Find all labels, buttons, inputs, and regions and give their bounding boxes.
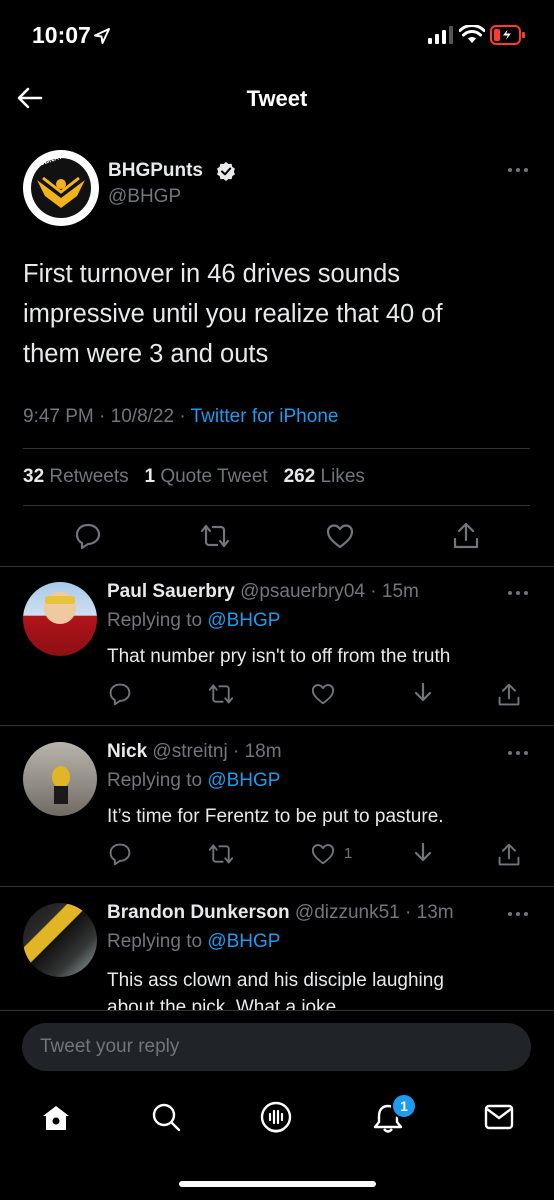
divider [0,725,554,726]
reply-author-handle[interactable]: @psauerbry04 [240,581,365,602]
reply-author-name[interactable]: Brandon Dunkerson [107,902,290,923]
tweet-text-line: impressive until you realize that 40 of [23,300,443,328]
like-heart-icon[interactable] [311,843,335,865]
divider [23,448,530,449]
author-name-row[interactable]: BHGPunts [108,160,203,182]
tweet-text-line: First turnover in 46 drives sounds [23,260,400,288]
wifi-icon [459,25,485,43]
divider [0,886,554,887]
reply-like-count: 1 [344,845,353,862]
tweet-date: 10/8/22 [110,406,175,427]
like-heart-icon[interactable] [311,683,335,705]
reply-text: That number pry isn't to off from the tr… [107,646,451,667]
tweet-time: 9:47 PM [23,406,94,427]
reply-compose-input[interactable]: Tweet your reply [22,1023,531,1071]
author-handle[interactable]: @BHGP [108,186,181,208]
reply-icon[interactable] [108,842,132,866]
replying-to-link[interactable]: @BHGP [207,610,280,631]
reply-time: 13m [416,902,454,923]
reply-header[interactable]: Brandon Dunkerson @dizzunk51 · 13m [107,902,454,924]
verified-badge-icon [217,162,235,181]
retweets-stat[interactable]: 32 Retweets [23,466,129,487]
home-indicator[interactable] [179,1181,376,1187]
search-icon[interactable] [151,1102,181,1132]
more-options-icon[interactable] [506,910,530,918]
replying-to-link[interactable]: @BHGP [207,770,280,791]
likes-stat[interactable]: 262 Likes [284,466,365,487]
tweet-text: First turnover in 46 drives sounds impre… [23,254,533,374]
spaces-icon[interactable] [259,1100,293,1134]
tweet-source-link[interactable]: Twitter for iPhone [191,406,339,427]
more-options-icon[interactable] [506,589,530,597]
tweet-stats: 32 Retweets 1 Quote Tweet 262 Likes [23,466,365,488]
more-options-icon[interactable] [506,749,530,757]
replying-to-link[interactable]: @BHGP [207,931,280,952]
reply-time: 15m [381,581,419,602]
mascot-body-shape [54,786,68,804]
messages-envelope-icon[interactable] [484,1104,514,1130]
reply-avatar[interactable] [23,582,97,656]
page-title: Tweet [246,86,308,111]
reply-header[interactable]: Nick @streitnj · 18m [107,741,282,763]
reply-author-name[interactable]: Paul Sauerbry [107,581,235,602]
reply-author-name[interactable]: Nick [107,741,147,762]
reply-header[interactable]: Paul Sauerbry @psauerbry04 · 15m [107,581,419,603]
cellular-signal-icon [428,26,453,44]
reply-text-line: This ass clown and his disciple laughing [107,970,444,991]
reply-actions [0,682,554,708]
author-avatar[interactable]: SBNATION [23,150,99,226]
location-arrow-icon [94,28,110,44]
reply-avatar[interactable] [23,742,97,816]
reply-text: It’s time for Ferentz to be put to pastu… [107,806,444,827]
battery-charging-icon [490,25,525,45]
notifications-badge: 1 [391,1093,417,1119]
retweet-icon[interactable] [207,682,235,706]
reply-author-handle[interactable]: @dizzunk51 [295,902,400,923]
reply-actions: 1 [0,842,554,868]
replying-to: Replying to @BHGP [107,931,281,952]
status-time: 10:07 [32,22,91,48]
replying-to: Replying to @BHGP [107,610,281,631]
replying-to: Replying to @BHGP [107,770,281,791]
sunglasses-shape [45,596,75,604]
reply-compose-placeholder: Tweet your reply [40,1036,180,1057]
download-icon[interactable] [412,682,434,706]
retweet-icon[interactable] [199,522,231,550]
share-icon[interactable] [452,521,480,551]
mascot-shape [52,766,70,788]
more-options-icon[interactable] [506,166,530,174]
share-icon[interactable] [497,682,521,708]
tweet-meta: 9:47 PM · 10/8/22 · Twitter for iPhone [23,406,339,427]
divider [23,505,530,506]
download-icon[interactable] [412,842,434,866]
bhgp-logo-icon [25,152,97,224]
reply-time: 18m [244,741,282,762]
quote-tweets-stat[interactable]: 1 Quote Tweet [144,466,267,487]
reply-icon[interactable] [108,682,132,706]
reply-avatar[interactable] [23,903,97,977]
like-heart-icon[interactable] [326,523,354,549]
share-icon[interactable] [497,842,521,868]
reply-icon[interactable] [74,522,102,550]
tweet-text-line: them were 3 and outs [23,340,269,368]
retweet-icon[interactable] [207,842,235,866]
author-name[interactable]: BHGPunts [108,160,203,181]
status-bar: 10:07 [0,0,554,70]
divider [0,566,554,567]
home-icon[interactable] [41,1104,71,1132]
reply-author-handle[interactable]: @streitnj [152,741,227,762]
